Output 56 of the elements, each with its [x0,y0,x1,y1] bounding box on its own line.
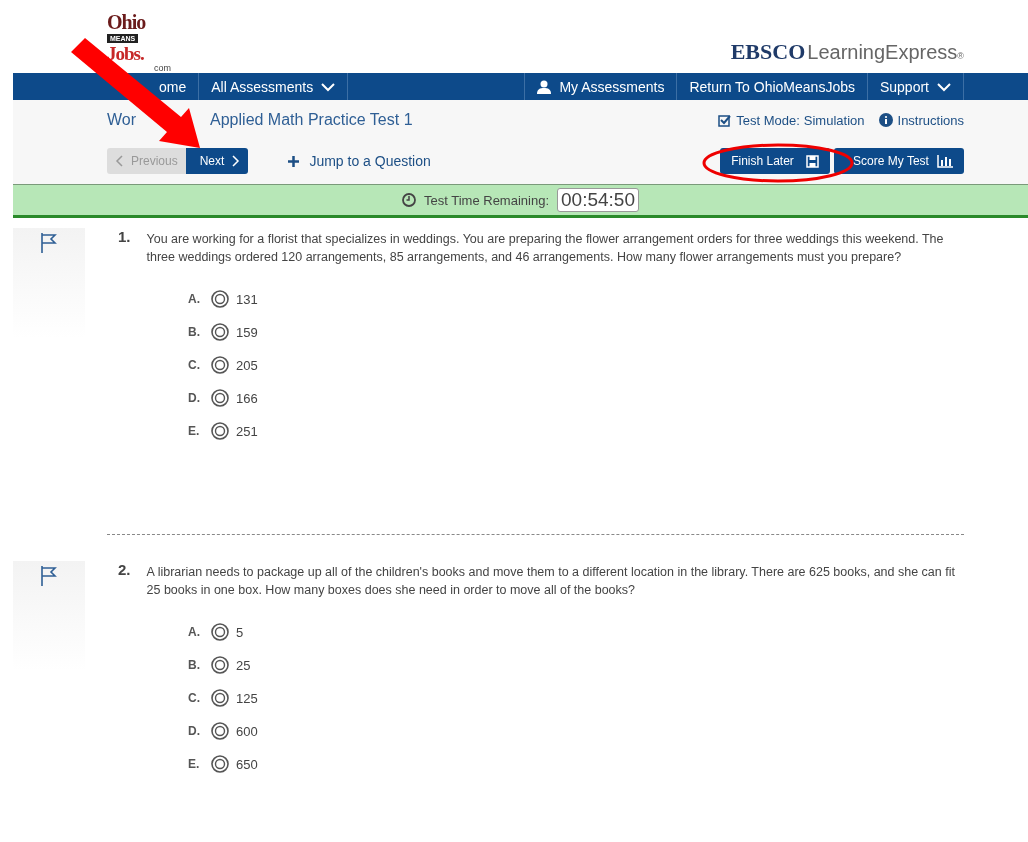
radio-button[interactable] [211,422,229,440]
radio-button[interactable] [211,356,229,374]
option-text: 600 [236,723,258,739]
instructions-link[interactable]: Instructions [897,112,964,128]
option-letter: E. [188,424,201,438]
option-text: 5 [236,624,244,640]
option-text: 131 [236,291,258,307]
option-letter: C. [188,691,201,705]
radio-button[interactable] [211,323,229,341]
option-letter: A. [188,625,201,639]
flag-icon[interactable] [40,565,58,587]
bar-chart-icon [936,154,953,168]
option-letter: C. [188,358,201,372]
jump-link[interactable]: Jump to a Question [282,152,437,170]
score-button[interactable]: Score My Test [834,148,964,174]
test-title: Applied Math Practice Test 1 [210,111,413,129]
info-icon [878,113,893,127]
option-text: 166 [236,390,258,406]
question-text: A librarian needs to package up all of the children's books and move them to a different location in the library. There are 625 books, and she can fit 25 books in one box. How many boxes does she need in order to move all of the books? [146,564,956,599]
option-text: 251 [236,423,258,439]
question-text: You are working for a florist that specializes in weddings. You are preparing the flower arrangement orders for three weddings this weekend. The three weddings ordered 120 arrangements, 85 arrangements, and 46 arrangements. How many flower arrangements must you prepare? [146,231,945,266]
radio-button[interactable] [211,755,229,773]
finish-later-button[interactable]: Finish Later [720,148,830,174]
radio-button[interactable] [211,689,229,707]
timer-value: 00:54:50 [557,188,639,212]
option-letter: D. [188,724,201,738]
chevron-down-icon [321,81,336,92]
question-number: 2. [118,561,131,580]
chevron-down-icon [937,81,951,92]
option-letter: B. [188,658,201,672]
user-icon [537,79,552,94]
chevron-left-icon [115,155,123,167]
radio-button[interactable] [211,656,229,674]
radio-button[interactable] [211,389,229,407]
test-title: Wor [107,111,137,129]
option-text: 125 [236,690,258,706]
option-letter: E. [188,757,201,771]
next-button[interactable]: Next [185,148,249,174]
chevron-right-icon [232,155,241,167]
test-mode-text: Test Mode: Simulation [736,112,865,128]
clock-icon [402,193,416,207]
radio-button[interactable] [211,722,229,740]
option-text: 650 [236,756,258,772]
radio-button[interactable] [211,290,229,308]
option-text: 205 [236,357,258,373]
save-icon [805,154,819,168]
question-number: 1. [118,228,131,247]
option-text: 25 [236,657,251,673]
flag-icon[interactable] [40,232,58,254]
option-text: 159 [236,324,258,340]
radio-button[interactable] [211,623,229,641]
option-letter: A. [188,292,201,306]
timer-label: Test Time Remaining: [424,192,549,208]
option-letter: B. [188,325,201,339]
plus-icon [288,155,300,167]
option-letter: D. [188,391,201,405]
